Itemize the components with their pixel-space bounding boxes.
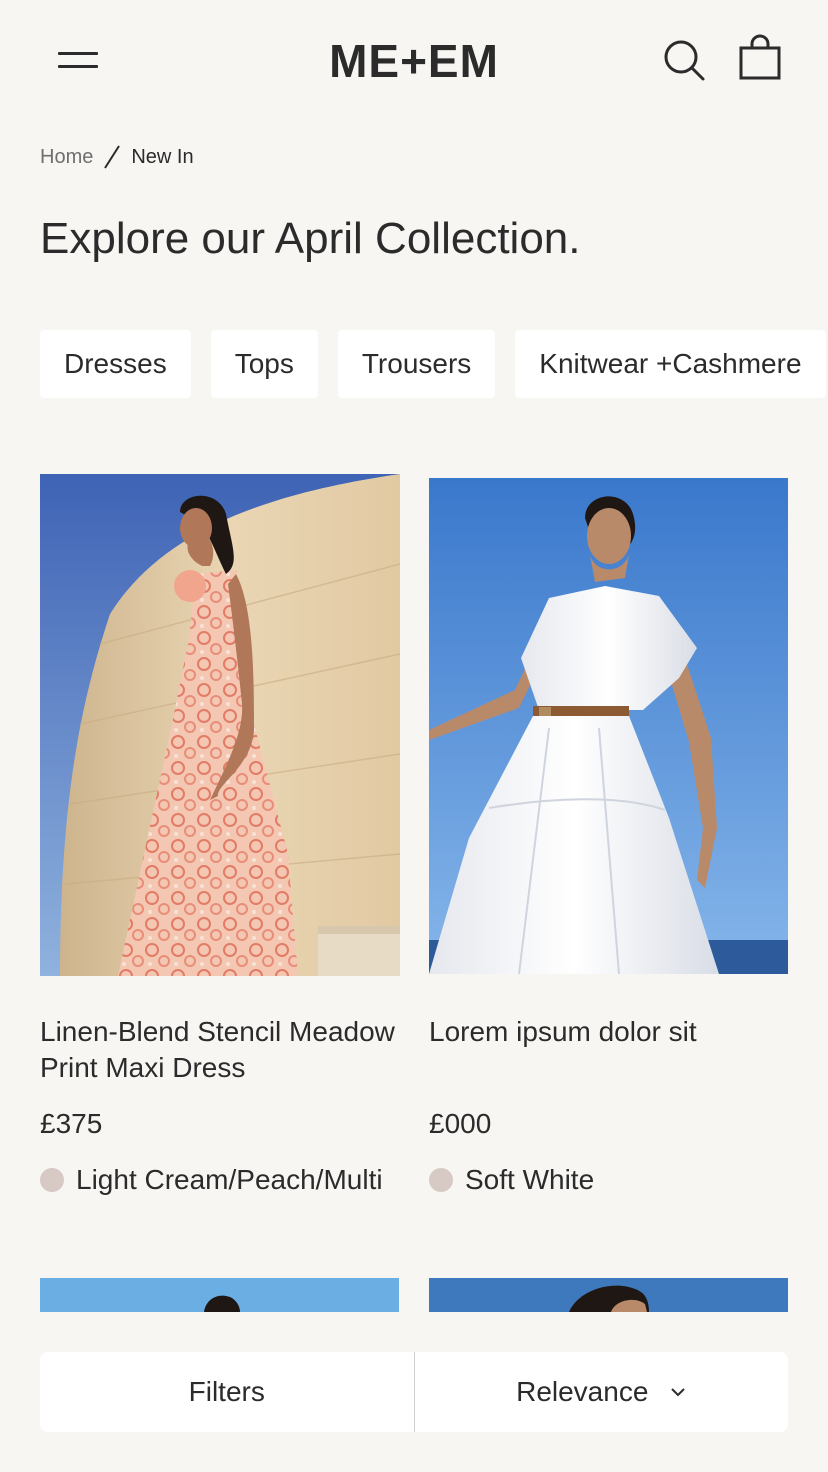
product-colour: Soft White: [429, 1164, 594, 1196]
breadcrumb: Home New In: [40, 144, 194, 170]
colour-label: Soft White: [465, 1164, 595, 1195]
sort-dropdown[interactable]: Relevance: [415, 1352, 789, 1432]
category-chip-trousers[interactable]: Trousers: [337, 330, 496, 398]
product-price: £375: [40, 1108, 103, 1139]
colour-swatch[interactable]: [40, 1168, 64, 1192]
shopping-bag-icon: [739, 34, 781, 80]
filters-button[interactable]: Filters: [40, 1352, 414, 1432]
product-image-peek[interactable]: [40, 1278, 399, 1312]
product-photo-partial: [429, 1278, 788, 1312]
product-colour: Light Cream/Peach/Multi: [40, 1164, 383, 1196]
product-price: £000: [429, 1108, 492, 1139]
search-icon: [664, 40, 705, 81]
filters-label: Filters: [188, 1376, 265, 1407]
filter-sort-bar: Filters Relevance: [40, 1352, 788, 1432]
shopping-bag-button[interactable]: [738, 34, 782, 82]
sort-label: Relevance: [516, 1376, 649, 1407]
search-button[interactable]: [662, 38, 706, 82]
product-image[interactable]: [429, 478, 788, 974]
category-chip-dresses[interactable]: Dresses: [40, 330, 191, 398]
product-name[interactable]: Lorem ipsum dolor sit: [429, 1014, 799, 1050]
breadcrumb-current: New In: [131, 145, 194, 168]
product-photo-white-dress: [429, 478, 788, 974]
product-photo-floral-dress: [40, 474, 400, 976]
site-header: ME+EM: [0, 0, 828, 120]
colour-swatch[interactable]: [429, 1168, 453, 1192]
category-chip-knitwear-cashmere[interactable]: Knitwear +Cashmere: [515, 330, 826, 398]
category-chip-tops[interactable]: Tops: [210, 330, 318, 398]
product-card[interactable]: Linen-Blend Stencil Meadow Print Maxi Dr…: [40, 474, 420, 1214]
product-image[interactable]: [40, 474, 400, 976]
breadcrumb-home-link[interactable]: Home: [40, 146, 93, 169]
product-image-peek[interactable]: [429, 1278, 788, 1312]
product-listing-page: ME+EM Home New In Explore our April Coll…: [0, 0, 828, 1472]
colour-label: Light Cream/Peach/Multi: [76, 1164, 383, 1195]
chevron-down-icon: [671, 1388, 686, 1397]
product-name[interactable]: Linen-Blend Stencil Meadow Print Maxi Dr…: [40, 1014, 410, 1086]
breadcrumb-separator-icon: [104, 145, 121, 169]
category-chips: Dresses Tops Trousers Knitwear +Cashmere: [40, 330, 826, 398]
product-card[interactable]: Lorem ipsum dolor sit £000 Soft White: [429, 478, 809, 1218]
page-title: Explore our April Collection.: [40, 214, 581, 263]
product-photo-partial: [40, 1278, 399, 1312]
